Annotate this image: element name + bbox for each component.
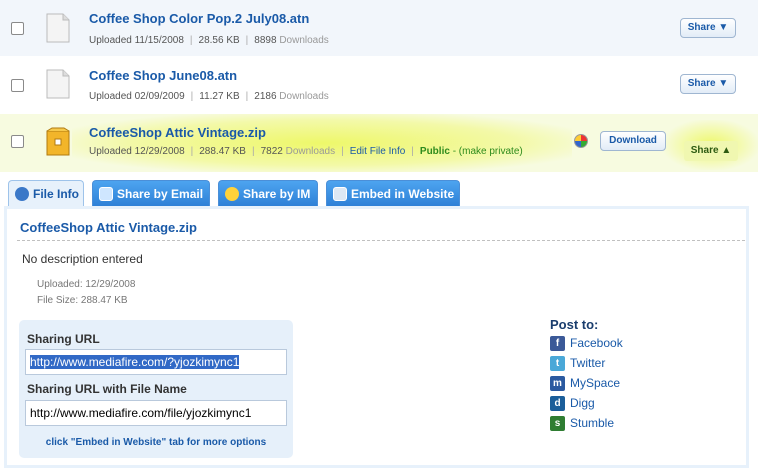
file-info-panel: CoffeeShop Attic Vintage.zip No descript… (4, 206, 749, 468)
download-count: 7822 (260, 146, 283, 157)
file-meta: Uploaded 12/29/2008 | 288.47 KB | 7822 Downl… (89, 146, 523, 157)
upload-date: Uploaded 02/09/2009 (89, 91, 185, 102)
sharing-url-box: Sharing URL http://www.mediafire.com/?yj… (19, 320, 293, 458)
make-private-link[interactable]: - (make private) (453, 146, 523, 157)
uploaded-date: Uploaded: 12/29/2008 (37, 279, 136, 290)
highlight-glow (72, 114, 572, 172)
tab-label: Embed in Website (351, 187, 455, 201)
file-checkbox[interactable] (11, 135, 24, 148)
twitter-icon: t (550, 356, 565, 372)
download-button[interactable]: Download (600, 131, 666, 151)
post-myspace-link[interactable]: m MySpace (550, 376, 620, 394)
file-name-link[interactable]: CoffeeShop Attic Vintage.zip (89, 125, 266, 140)
download-count: 2186 (254, 91, 277, 102)
digg-icon: d (550, 396, 565, 412)
upload-date: Uploaded 12/29/2008 (89, 146, 185, 157)
tab-file-info[interactable]: File Info (8, 180, 84, 208)
share-button[interactable]: Share ▼ (680, 74, 736, 94)
download-count: 8898 (254, 35, 277, 46)
file-size: File Size: 288.47 KB (37, 295, 128, 306)
downloads-label: Downloads (279, 91, 329, 102)
email-icon (99, 187, 113, 201)
file-size: 288.47 KB (199, 146, 246, 157)
downloads-label: Downloads (285, 146, 336, 157)
post-twitter-link[interactable]: t Twitter (550, 356, 605, 374)
share-button[interactable]: Share ▼ (680, 18, 736, 38)
sharing-url-text: http://www.mediafire.com/?yjozkimync1 (30, 355, 240, 369)
tab-embed-in-website[interactable]: Embed in Website (326, 180, 460, 207)
sharing-url-input[interactable]: http://www.mediafire.com/?yjozkimync1 (25, 349, 287, 375)
divider (17, 240, 745, 241)
file-meta: Uploaded 11/15/2008 | 28.56 KB | 8898 Downlo… (89, 35, 329, 46)
tab-share-by-im[interactable]: Share by IM (218, 180, 318, 207)
file-size: 28.56 KB (198, 35, 240, 46)
file-row[interactable]: Coffee Shop Color Pop.2 July08.atn Uploa… (0, 0, 758, 56)
tab-label: File Info (33, 187, 79, 201)
embed-icon (333, 187, 347, 201)
tab-label: Share by IM (243, 187, 311, 201)
facebook-icon: f (550, 336, 565, 352)
file-icon (46, 69, 70, 99)
pie-chart-icon[interactable] (574, 134, 588, 148)
post-digg-link[interactable]: d Digg (550, 396, 595, 414)
embed-hint-link[interactable]: click "Embed in Website" tab for more op… (19, 437, 293, 448)
share-button-active[interactable]: Share ▲ (684, 141, 738, 161)
panel-title: CoffeeShop Attic Vintage.zip (20, 220, 197, 235)
sharing-url-name-input[interactable]: http://www.mediafire.com/file/yjozkimync… (25, 400, 287, 426)
file-icon (46, 13, 70, 43)
downloads-label: Downloads (279, 35, 329, 46)
file-checkbox[interactable] (11, 79, 24, 92)
file-size: 11.27 KB (199, 91, 240, 102)
file-name-link[interactable]: Coffee Shop Color Pop.2 July08.atn (89, 11, 309, 26)
sharing-url-label: Sharing URL (27, 332, 100, 346)
sharing-url-name-label: Sharing URL with File Name (27, 382, 187, 396)
post-stumble-link[interactable]: s Stumble (550, 416, 614, 434)
post-to-label: Post to: (550, 317, 599, 332)
upload-date: Uploaded 11/15/2008 (89, 35, 184, 46)
description: No description entered (22, 252, 143, 266)
file-row[interactable]: Coffee Shop June08.atn Uploaded 02/09/20… (0, 57, 758, 113)
im-icon (225, 187, 239, 201)
file-name-link[interactable]: Coffee Shop June08.atn (89, 68, 237, 83)
tab-label: Share by Email (117, 187, 204, 201)
file-checkbox[interactable] (11, 22, 24, 35)
stumbleupon-icon: s (550, 416, 565, 432)
edit-file-info-link[interactable]: Edit File Info (350, 146, 406, 157)
public-status: Public (419, 146, 450, 157)
post-facebook-link[interactable]: f Facebook (550, 336, 623, 354)
info-icon (15, 187, 29, 201)
myspace-icon: m (550, 376, 565, 392)
zip-file-icon (46, 127, 70, 156)
tab-share-by-email[interactable]: Share by Email (92, 180, 210, 207)
file-meta: Uploaded 02/09/2009 | 11.27 KB | 2186 Downlo… (89, 91, 329, 102)
